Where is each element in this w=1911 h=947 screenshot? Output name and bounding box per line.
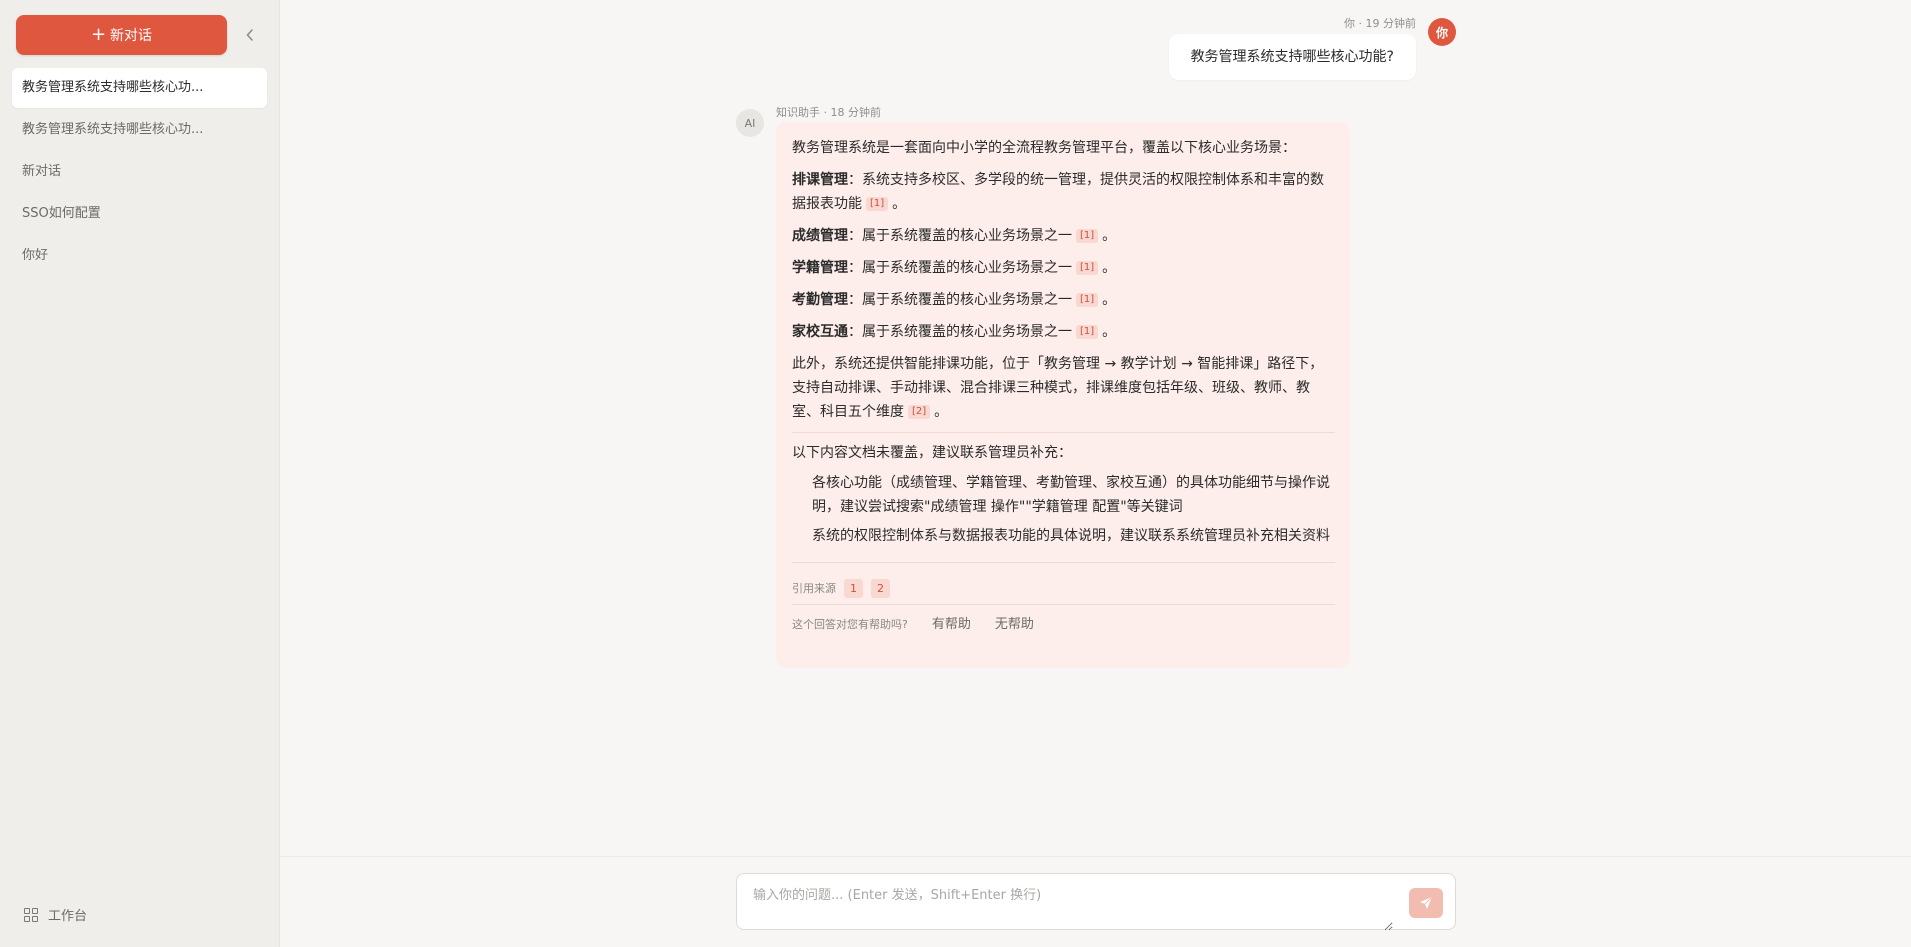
sentence-end: 。: [892, 196, 907, 212]
uncovered-title: 以下内容文档未覆盖，建议联系管理员补充：: [792, 445, 1072, 461]
answer-extra: 此外，系统还提供智能排课功能，位于「教务管理 → 教学计划 → 智能排课」路径下…: [792, 352, 1335, 424]
message-input[interactable]: [753, 874, 1393, 931]
sentence-end: 。: [1102, 324, 1117, 340]
grid-icon: [24, 907, 38, 922]
answer-item: 家校互通：属于系统覆盖的核心业务场景之一 [1]。: [792, 320, 1335, 344]
new-chat-label: 新对话: [110, 28, 153, 44]
assistant-message-bubble: 教务管理系统是一套面向中小学的全流程教务管理平台，覆盖以下核心业务场景： 排课管…: [776, 122, 1350, 668]
answer-item-title: 排课管理: [792, 172, 848, 188]
sentence-end: 。: [1102, 260, 1117, 276]
answer-item-text: ：属于系统覆盖的核心业务场景之一: [848, 324, 1072, 340]
conversation-item[interactable]: 教务管理系统支持哪些核心功...: [12, 110, 267, 150]
send-icon: [1420, 896, 1433, 909]
answer-item-text: ：属于系统覆盖的核心业务场景之一: [848, 228, 1072, 244]
divider: [792, 432, 1335, 433]
send-button[interactable]: [1409, 888, 1443, 918]
sources-row: 引用来源 1 2: [792, 562, 1335, 604]
answer-item-text: ：属于系统覆盖的核心业务场景之一: [848, 292, 1072, 308]
conversation-item[interactable]: 新对话: [12, 152, 267, 192]
source-chip[interactable]: 2: [871, 579, 890, 598]
citation-link[interactable]: [1]: [1076, 325, 1099, 339]
sources-label: 引用来源: [792, 581, 836, 595]
uncovered-item: 系统的权限控制体系与数据报表功能的具体说明，建议联系系统管理员补充相关资料: [812, 528, 1330, 544]
conversation-item[interactable]: 你好: [12, 236, 267, 276]
conversation-item[interactable]: 教务管理系统支持哪些核心功...: [12, 68, 267, 108]
workspace-label: 工作台: [48, 909, 88, 924]
conversation-list: 教务管理系统支持哪些核心功... 教务管理系统支持哪些核心功... 新对话 SS…: [12, 68, 267, 278]
feedback-row: 这个回答对您有帮助吗? 有帮助 无帮助: [792, 604, 1335, 637]
user-message-bubble: 教务管理系统支持哪些核心功能?: [1168, 34, 1416, 80]
answer-item: 考勤管理：属于系统覆盖的核心业务场景之一 [1]。: [792, 288, 1335, 312]
helpful-button[interactable]: 有帮助: [932, 613, 971, 637]
feedback-question: 这个回答对您有帮助吗?: [792, 618, 908, 631]
citation-link[interactable]: [1]: [1076, 261, 1099, 275]
uncovered-item: 各核心功能（成绩管理、学籍管理、考勤管理、家校互通）的具体功能细节与操作说明，建…: [812, 475, 1330, 515]
answer-intro: 教务管理系统是一套面向中小学的全流程教务管理平台，覆盖以下核心业务场景：: [792, 140, 1296, 156]
user-avatar: 你: [1428, 18, 1456, 46]
answer-item-title: 家校互通: [792, 324, 848, 340]
conversation-item[interactable]: SSO如何配置: [12, 194, 267, 234]
answer-item-title: 考勤管理: [792, 292, 848, 308]
citation-link[interactable]: [1]: [866, 197, 889, 211]
sentence-end: 。: [1102, 292, 1117, 308]
sentence-end: 。: [1102, 228, 1117, 244]
new-chat-button[interactable]: + 新对话: [16, 15, 227, 55]
citation-link[interactable]: [1]: [1076, 293, 1099, 307]
answer-item-title: 成绩管理: [792, 228, 848, 244]
plus-icon: +: [90, 24, 107, 45]
user-message-meta: 你 · 19 分钟前: [1344, 17, 1416, 30]
source-chip[interactable]: 1: [844, 579, 863, 598]
chevron-left-icon: [246, 29, 253, 41]
answer-extra-text: 此外，系统还提供智能排课功能，位于「教务管理 → 教学计划 → 智能排课」路径下…: [792, 356, 1324, 420]
collapse-sidebar-button[interactable]: [240, 24, 260, 46]
answer-item-text: ：属于系统覆盖的核心业务场景之一: [848, 260, 1072, 276]
assistant-message-meta: 知识助手 · 18 分钟前: [776, 106, 881, 119]
citation-link[interactable]: [1]: [1076, 229, 1099, 243]
answer-item: 学籍管理：属于系统覆盖的核心业务场景之一 [1]。: [792, 256, 1335, 280]
workspace-link[interactable]: 工作台: [24, 905, 87, 924]
assistant-avatar: AI: [736, 109, 764, 137]
citation-link[interactable]: [2]: [908, 405, 931, 419]
uncovered-list: 各核心功能（成绩管理、学籍管理、考勤管理、家校互通）的具体功能细节与操作说明，建…: [792, 471, 1335, 548]
not-helpful-button[interactable]: 无帮助: [995, 613, 1034, 637]
answer-item: 排课管理：系统支持多校区、多学段的统一管理，提供灵活的权限控制体系和丰富的数据报…: [792, 168, 1335, 216]
sidebar: + 新对话 教务管理系统支持哪些核心功... 教务管理系统支持哪些核心功... …: [0, 0, 280, 947]
answer-item-title: 学籍管理: [792, 260, 848, 276]
answer-item: 成绩管理：属于系统覆盖的核心业务场景之一 [1]。: [792, 224, 1335, 248]
sentence-end: 。: [934, 404, 949, 420]
composer: [736, 873, 1456, 931]
